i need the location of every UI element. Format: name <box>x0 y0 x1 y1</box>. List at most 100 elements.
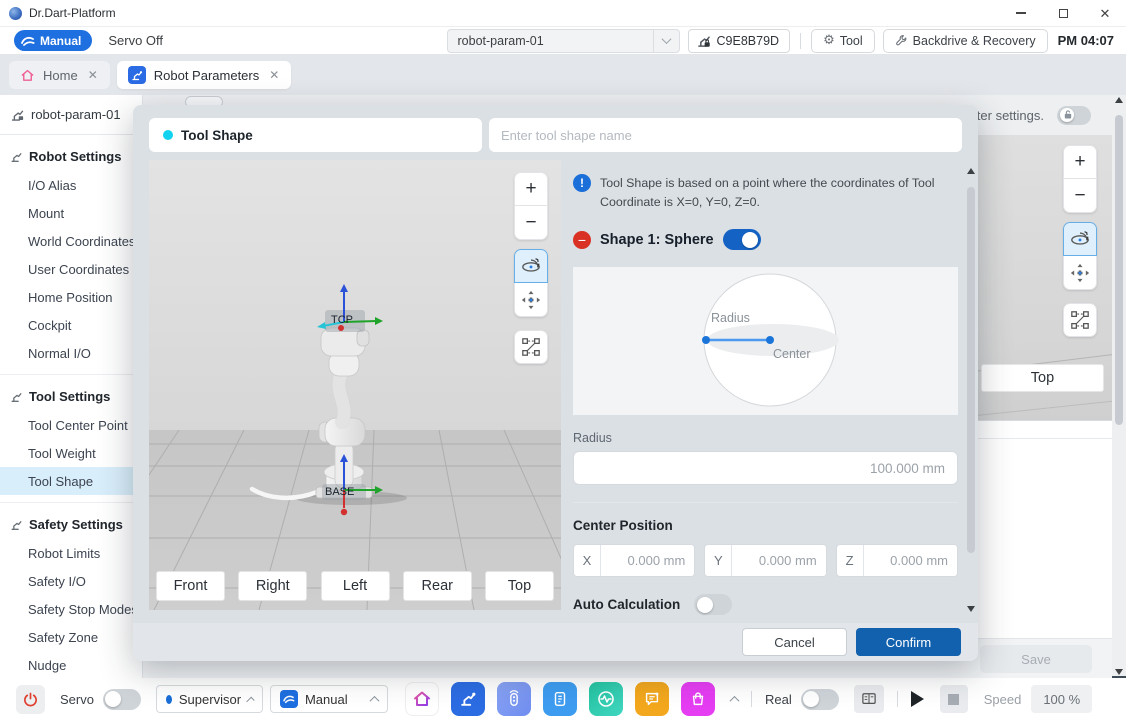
sidebar-item-nudge[interactable]: Nudge <box>0 651 142 678</box>
user-role-select[interactable]: Supervisor <box>156 685 263 713</box>
bg-measure-button[interactable] <box>1063 303 1097 337</box>
robot-parameters-icon <box>128 66 146 84</box>
view-top-button[interactable]: Top <box>485 571 554 601</box>
tab-home[interactable]: Home ✕ <box>9 61 110 89</box>
sidebar-header: robot-param-01 <box>0 95 142 135</box>
tab-home-close-icon[interactable]: ✕ <box>86 68 100 82</box>
center-position-fields: X Y Z <box>573 544 958 577</box>
scroll-down-icon[interactable] <box>967 606 975 612</box>
modal-3d-viewer[interactable]: TCP BASE + − <box>149 160 561 610</box>
maximize-button[interactable] <box>1042 0 1084 26</box>
power-button[interactable] <box>16 685 45 714</box>
sidebar-item-home-position[interactable]: Home Position <box>0 283 142 311</box>
save-button[interactable]: Save <box>980 645 1092 673</box>
center-z-input[interactable] <box>864 545 957 576</box>
sidebar-item-safety-zone[interactable]: Safety Zone <box>0 623 142 651</box>
view-buttons: Front Right Left Rear Top <box>156 571 554 601</box>
operation-mode-select[interactable]: Manual <box>270 685 388 713</box>
stop-button[interactable] <box>940 685 968 713</box>
view-rear-button[interactable]: Rear <box>403 571 472 601</box>
minimize-button[interactable] <box>1000 0 1042 26</box>
dialog-scrollbar[interactable] <box>966 168 976 612</box>
settings-lock-toggle[interactable] <box>1057 106 1091 125</box>
real-mode-label: Real <box>765 692 792 707</box>
sidebar-item-normal-io[interactable]: Normal I/O <box>0 339 142 367</box>
dock-monitor-icon[interactable] <box>589 682 623 716</box>
dock-home-icon[interactable] <box>405 682 439 716</box>
zoom-out-button[interactable]: − <box>514 206 548 240</box>
sidebar-item-robot-limits[interactable]: Robot Limits <box>0 539 142 567</box>
bg-zoom-in-button[interactable]: + <box>1063 145 1097 179</box>
center-x-field: X <box>573 544 695 577</box>
sidebar-item-safety-stop-modes[interactable]: Safety Stop Modes <box>0 595 142 623</box>
view-front-button[interactable]: Front <box>156 571 225 601</box>
orbit-button[interactable] <box>514 249 548 283</box>
param-file-select[interactable]: robot-param-01 <box>447 29 680 53</box>
pan-icon <box>521 290 541 310</box>
close-button[interactable]: ✕ <box>1084 0 1126 26</box>
tab-robot-parameters-close-icon[interactable]: ✕ <box>267 68 281 82</box>
main-scrollbar-thumb[interactable] <box>1115 115 1123 425</box>
measure-icon <box>1070 310 1090 330</box>
sidebar-item-io-alias[interactable]: I/O Alias <box>0 171 142 199</box>
dock-task-writer-icon[interactable] <box>635 682 669 716</box>
sidebar-item-safety-io[interactable]: Safety I/O <box>0 567 142 595</box>
bg-view-top-button[interactable]: Top <box>981 364 1104 392</box>
bg-pan-button[interactable] <box>1063 256 1097 290</box>
center-z-field: Z <box>836 544 958 577</box>
backdrive-recovery-button[interactable]: Backdrive & Recovery <box>883 29 1048 53</box>
bg-orbit-button[interactable] <box>1063 222 1097 256</box>
real-mode-toggle[interactable] <box>801 689 839 710</box>
dock-device-icon[interactable] <box>543 682 577 716</box>
tool-shape-name-input[interactable] <box>489 118 962 152</box>
robot-serial-button[interactable]: C9E8B79D <box>688 29 791 53</box>
play-button[interactable] <box>911 691 924 707</box>
info-text: Tool Shape is based on a point where the… <box>600 174 944 211</box>
chevron-up-icon <box>370 695 380 705</box>
dialog-scrollbar-thumb[interactable] <box>967 187 975 553</box>
scroll-down-icon[interactable] <box>1115 669 1123 675</box>
main-scrollbar[interactable] <box>1114 97 1124 675</box>
dock-remote-icon[interactable] <box>497 682 531 716</box>
simulator-3d-button[interactable] <box>854 685 884 713</box>
dock-store-icon[interactable] <box>681 682 715 716</box>
confirm-button[interactable]: Confirm <box>856 628 961 656</box>
pan-button[interactable] <box>514 283 548 317</box>
chevron-down-icon <box>653 30 679 52</box>
dock-robot-params-icon[interactable] <box>451 682 485 716</box>
servo-status-text: Servo Off <box>108 33 163 48</box>
measure-button[interactable] <box>514 330 548 364</box>
cancel-button[interactable]: Cancel <box>742 628 847 656</box>
center-y-input[interactable] <box>732 545 825 576</box>
view-right-button[interactable]: Right <box>238 571 307 601</box>
sidebar-item-world-coordinates[interactable]: World Coordinates <box>0 227 142 255</box>
tab-robot-parameters[interactable]: Robot Parameters ✕ <box>117 61 292 89</box>
center-x-input[interactable] <box>601 545 694 576</box>
sidebar-item-tool-center-point[interactable]: Tool Center Point <box>0 411 142 439</box>
shape-enable-toggle[interactable] <box>723 229 761 250</box>
orbit-icon <box>520 256 542 276</box>
tcp-label: TCP <box>331 314 353 326</box>
app-title: Dr.Dart-Platform <box>29 6 116 20</box>
sidebar-item-mount[interactable]: Mount <box>0 199 142 227</box>
tool-shape-dialog: Tool Shape <box>133 105 978 661</box>
remove-shape-icon[interactable]: − <box>573 231 591 249</box>
view-left-button[interactable]: Left <box>321 571 390 601</box>
sidebar-item-user-coordinates[interactable]: User Coordinates <box>0 255 142 283</box>
home-icon <box>20 68 35 83</box>
tool-button[interactable]: Tool <box>811 29 875 53</box>
sidebar-item-tool-shape[interactable]: Tool Shape <box>0 467 142 495</box>
manual-mode-button[interactable]: Manual <box>14 30 92 51</box>
speed-value-button[interactable]: 100 % <box>1031 685 1092 713</box>
servo-toggle[interactable] <box>103 689 141 710</box>
radius-input[interactable] <box>573 451 958 485</box>
manual-hand-icon <box>21 35 35 47</box>
auto-calculation-toggle[interactable] <box>694 594 732 615</box>
manual-mode-icon <box>280 690 298 708</box>
sidebar-item-cockpit[interactable]: Cockpit <box>0 311 142 339</box>
sidebar-item-tool-weight[interactable]: Tool Weight <box>0 439 142 467</box>
dock-expand-icon[interactable] <box>730 695 740 705</box>
bg-zoom-out-button[interactable]: − <box>1063 179 1097 213</box>
nav-section-tool-settings: Tool Settings <box>0 382 142 411</box>
zoom-in-button[interactable]: + <box>514 172 548 206</box>
